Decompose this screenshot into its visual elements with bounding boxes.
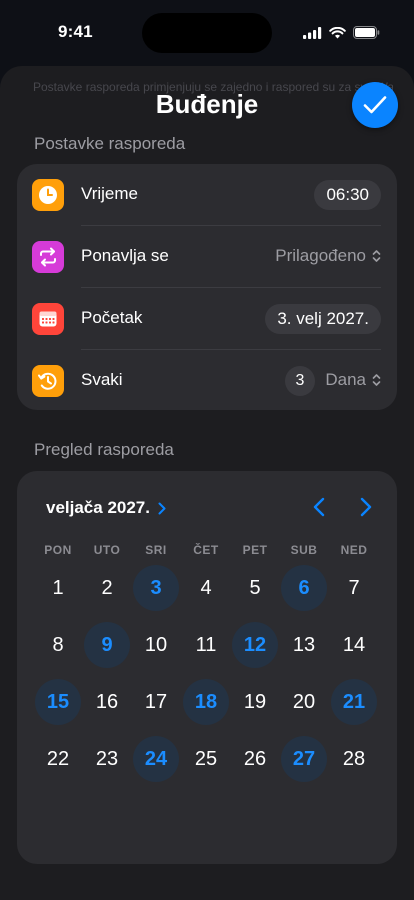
repeat-picker[interactable]: Prilagođeno bbox=[275, 246, 381, 266]
schedule-settings-label: Postavke rasporeda bbox=[34, 134, 186, 153]
calendar-day-selected[interactable]: 6 bbox=[281, 565, 327, 611]
weekday-label: SRI bbox=[145, 543, 167, 557]
calendar-day-selected[interactable]: 27 bbox=[281, 736, 327, 782]
calendar-day[interactable]: 8 bbox=[35, 622, 81, 668]
calendar-day[interactable]: 4 bbox=[183, 565, 229, 611]
chevron-right-icon bbox=[360, 497, 372, 517]
calendar-day[interactable]: 1 bbox=[35, 565, 81, 611]
next-month-button[interactable] bbox=[352, 495, 380, 519]
chevron-right-icon bbox=[158, 502, 166, 514]
wifi-icon bbox=[329, 26, 346, 38]
status-icons bbox=[303, 26, 380, 39]
chevron-left-icon bbox=[313, 497, 325, 517]
calendar-card: veljača 2027. PON UTO SRI ČET PET SUB NED 1234… bbox=[17, 471, 397, 864]
row-time[interactable]: Vrijeme 06:30 bbox=[17, 164, 397, 226]
cellular-signal-icon bbox=[303, 26, 322, 39]
dynamic-island bbox=[142, 13, 272, 53]
repeat-icon bbox=[32, 241, 64, 273]
row-time-label: Vrijeme bbox=[81, 184, 138, 203]
calendar-day[interactable]: 13 bbox=[281, 622, 327, 668]
weekday-label: NED bbox=[340, 543, 368, 557]
calendar-day-selected[interactable]: 24 bbox=[133, 736, 179, 782]
calendar-day[interactable]: 5 bbox=[232, 565, 278, 611]
previous-month-button[interactable] bbox=[305, 495, 333, 519]
weekday-label: PET bbox=[242, 543, 268, 557]
checkmark-icon bbox=[363, 96, 387, 114]
calendar-day[interactable]: 16 bbox=[84, 679, 130, 725]
weekday-label: SUB bbox=[290, 543, 318, 557]
calendar-day[interactable]: 17 bbox=[133, 679, 179, 725]
weekday-label: ČET bbox=[193, 543, 219, 557]
schedule-settings-card: Vrijeme 06:30 Ponavlja se Prilagođeno Po… bbox=[17, 164, 397, 410]
clock-icon bbox=[32, 179, 64, 211]
row-start[interactable]: Početak 3. velj 2027. bbox=[17, 288, 397, 350]
calendar-day[interactable]: 22 bbox=[35, 736, 81, 782]
month-picker[interactable]: veljača 2027. bbox=[46, 498, 166, 518]
calendar-day[interactable]: 11 bbox=[183, 622, 229, 668]
row-every[interactable]: Svaki 3 Dana bbox=[17, 350, 397, 412]
calendar-icon bbox=[32, 303, 64, 335]
battery-icon bbox=[353, 26, 380, 39]
calendar-day[interactable]: 20 bbox=[281, 679, 327, 725]
chevron-up-down-icon bbox=[372, 374, 381, 386]
calendar-day[interactable]: 7 bbox=[331, 565, 377, 611]
month-label: veljača 2027. bbox=[46, 498, 150, 517]
calendar-day-selected[interactable]: 21 bbox=[331, 679, 377, 725]
calendar-day[interactable]: 28 bbox=[331, 736, 377, 782]
schedule-preview-label: Pregled rasporeda bbox=[34, 440, 174, 459]
status-time: 9:41 bbox=[58, 22, 93, 41]
calendar-day[interactable]: 19 bbox=[232, 679, 278, 725]
weekday-label: UTO bbox=[93, 543, 121, 557]
row-start-label: Početak bbox=[81, 308, 143, 327]
chevron-up-down-icon bbox=[372, 250, 381, 262]
row-repeat[interactable]: Ponavlja se Prilagođeno bbox=[17, 226, 397, 288]
repeat-value: Prilagođeno bbox=[275, 246, 366, 265]
calendar-day-selected[interactable]: 15 bbox=[35, 679, 81, 725]
wake-up-sheet: Postavke rasporeda primjenjuju se zajedn… bbox=[0, 66, 414, 900]
calendar-day[interactable]: 26 bbox=[232, 736, 278, 782]
row-repeat-label: Ponavlja se bbox=[81, 246, 169, 265]
calendar-day-selected[interactable]: 12 bbox=[232, 622, 278, 668]
calendar-day[interactable]: 25 bbox=[183, 736, 229, 782]
weekday-label: PON bbox=[44, 543, 72, 557]
start-date-value[interactable]: 3. velj 2027. bbox=[265, 304, 381, 334]
calendar-day[interactable]: 2 bbox=[84, 565, 130, 611]
interval-unit: Dana bbox=[325, 370, 366, 389]
interval-count[interactable]: 3 bbox=[285, 366, 315, 396]
row-every-label: Svaki bbox=[81, 370, 123, 389]
confirm-button[interactable] bbox=[352, 82, 398, 128]
calendar-day[interactable]: 23 bbox=[84, 736, 130, 782]
calendar-day-selected[interactable]: 9 bbox=[84, 622, 130, 668]
interval-unit-picker[interactable]: Dana bbox=[325, 370, 381, 390]
calendar-day-selected[interactable]: 18 bbox=[183, 679, 229, 725]
history-icon bbox=[32, 365, 64, 397]
calendar-day[interactable]: 14 bbox=[331, 622, 377, 668]
calendar-day[interactable]: 10 bbox=[133, 622, 179, 668]
time-value[interactable]: 06:30 bbox=[314, 180, 381, 210]
calendar-day-selected[interactable]: 3 bbox=[133, 565, 179, 611]
status-bar: 9:41 bbox=[0, 0, 414, 60]
